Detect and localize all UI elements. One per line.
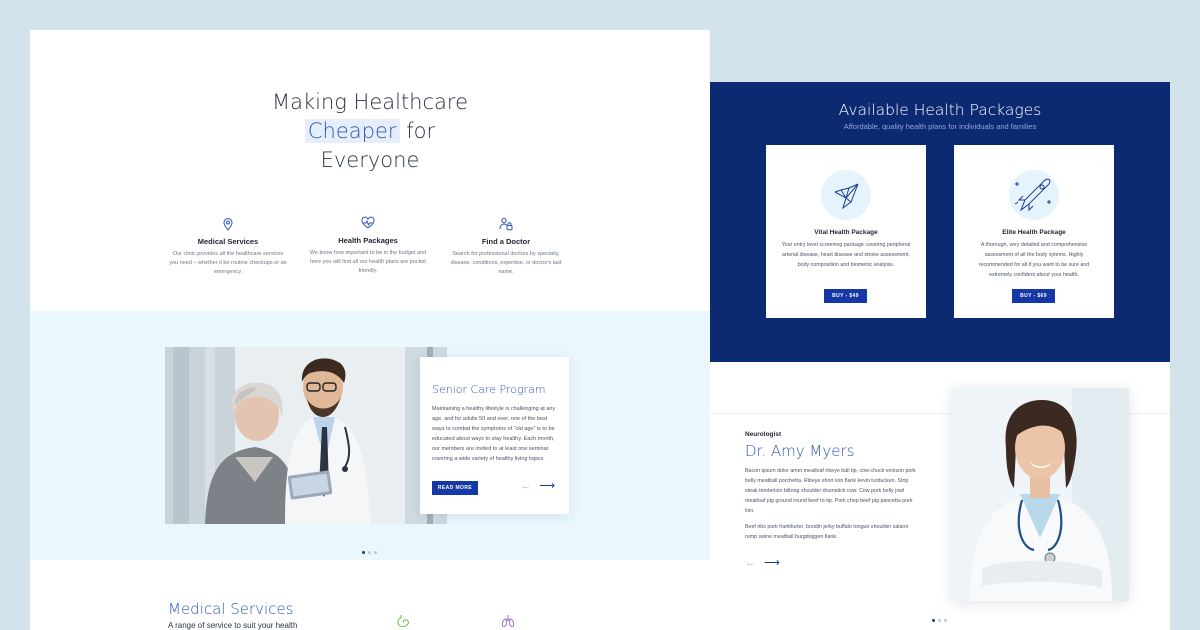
feature-medical-services[interactable]: Medical Services Our clinic provides all… <box>168 217 288 277</box>
doctor-specialty: Neurologist <box>745 431 782 438</box>
feature-find-doctor[interactable]: Find a Doctor Search for professional do… <box>446 217 566 277</box>
feature-text: Our clinic provides all the healthcare s… <box>169 251 287 275</box>
read-more-button[interactable]: READ MORE <box>432 481 478 495</box>
hero-title: Making Healthcare Cheaper for Everyone <box>30 88 710 175</box>
doctor-photo <box>952 388 1129 601</box>
rocket-icon <box>1009 170 1059 220</box>
feature-title: Find a Doctor <box>481 237 531 246</box>
package-card-vital: Vital Health Package Your entry level sc… <box>766 145 926 318</box>
next-arrow-icon[interactable]: ⟶ <box>539 481 555 492</box>
doctor-pagination <box>932 619 947 622</box>
pagination-dot-2[interactable] <box>938 619 941 622</box>
hero-title-line3: Everyone <box>320 148 420 172</box>
feature-title: Medical Services <box>197 237 259 246</box>
pagination-dot-1[interactable] <box>362 551 365 554</box>
medical-services-title: Medical Services <box>168 600 294 618</box>
feature-text: Search for professional doctors by speci… <box>450 251 562 275</box>
pagination-dot-3[interactable] <box>944 619 947 622</box>
senior-care-card: Senior Care Program Maintaining a health… <box>420 357 569 514</box>
senior-care-slider-arrows: ← ⟶ <box>520 481 555 492</box>
origami-bird-icon <box>821 170 871 220</box>
package-title: Vital Health Package <box>814 229 878 236</box>
stomach-icon <box>397 615 409 628</box>
senior-care-pagination <box>362 551 377 554</box>
previous-arrow-icon[interactable]: ← <box>520 481 531 492</box>
doctor-slider-arrows: ← ⟶ <box>745 558 780 569</box>
pagination-dot-2[interactable] <box>368 551 371 554</box>
package-description: Your entry level screening package cover… <box>781 242 911 268</box>
package-title: Elite Health Package <box>1002 229 1066 236</box>
next-arrow-icon[interactable]: ⟶ <box>764 558 780 569</box>
pagination-dot-1[interactable] <box>932 619 935 622</box>
stethoscope-pin-icon <box>223 218 233 231</box>
doctor-bio-paragraph-1: Bacon ipsum dolor amet meatloaf ribeye b… <box>745 468 916 514</box>
package-description: A thorough, very detailed and comprehens… <box>978 242 1090 278</box>
hero-title-for: for <box>399 119 436 143</box>
heart-pulse-icon <box>361 216 375 229</box>
feature-title: Health Packages <box>338 236 398 245</box>
medical-services-subtitle: A range of service to suit your health <box>168 621 298 630</box>
hero-title-highlight: Cheaper <box>304 119 400 143</box>
packages-title: Available Health Packages <box>838 101 1042 119</box>
packages-page-preview: Available Health Packages Affordable, qu… <box>710 82 1170 630</box>
health-packages-section: Available Health Packages Affordable, qu… <box>710 82 1170 362</box>
feature-text: We know how important to be in the budge… <box>309 250 427 274</box>
doctor-lock-icon <box>499 217 513 231</box>
senior-care-title: Senior Care Program <box>432 383 546 396</box>
lungs-icon <box>501 615 515 627</box>
senior-care-photo <box>165 347 447 524</box>
pagination-dot-3[interactable] <box>374 551 377 554</box>
buy-vital-button[interactable]: BUY - $49 <box>824 289 867 303</box>
feature-health-packages[interactable]: Health Packages We know how important to… <box>308 216 428 276</box>
home-page-preview: Making Healthcare Cheaper for Everyone M… <box>30 30 710 630</box>
doctor-profile-section: Neurologist Dr. Amy Myers Bacon ipsum do… <box>710 362 1170 630</box>
doctor-bio-paragraph-2: Beef ribs pork frankfurter, boudin jerky… <box>745 524 909 540</box>
package-card-elite: Elite Health Package A thorough, very de… <box>954 145 1114 318</box>
senior-care-section: Senior Care Program Maintaining a health… <box>30 311 710 560</box>
doctor-name: Dr. Amy Myers <box>745 442 855 460</box>
senior-care-text: Maintaining a healthy lifestyle is chall… <box>432 406 556 462</box>
hero-title-line1: Making Healthcare <box>271 90 469 114</box>
feature-list: Medical Services Our clinic provides all… <box>168 216 568 287</box>
buy-elite-button[interactable]: BUY - $69 <box>1012 289 1055 303</box>
previous-arrow-icon[interactable]: ← <box>745 558 756 569</box>
packages-subtitle: Affordable, quality health plans for ind… <box>843 122 1037 131</box>
